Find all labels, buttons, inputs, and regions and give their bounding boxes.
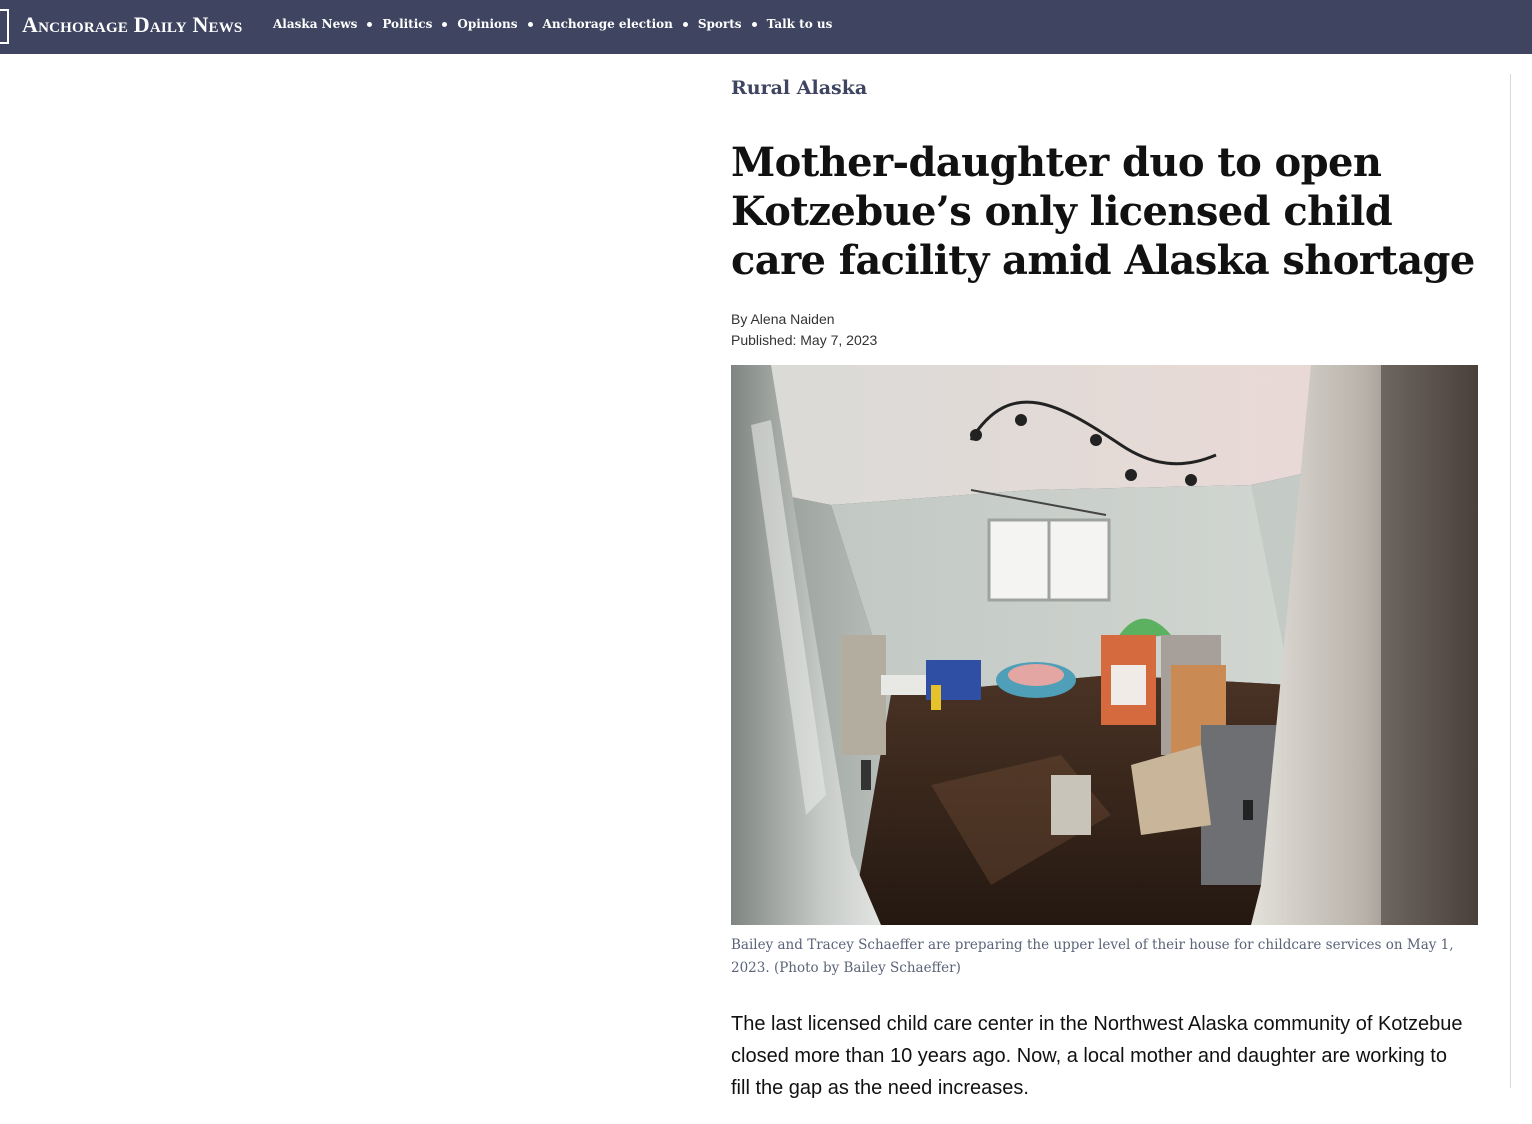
nav-item-politics[interactable]: Politics bbox=[382, 17, 432, 31]
article: Rural Alaska Mother-daughter duo to open… bbox=[731, 74, 1481, 1124]
nav-item-anchorage-election[interactable]: Anchorage election bbox=[543, 17, 673, 31]
nav-separator-dot bbox=[682, 21, 688, 27]
nav-item-talk-to-us[interactable]: Talk to us bbox=[767, 17, 833, 31]
nav-item-sports[interactable]: Sports bbox=[698, 17, 742, 31]
primary-nav: Alaska News Politics Opinions Anchorage … bbox=[273, 17, 832, 31]
site-logo[interactable]: Anchorage Daily News bbox=[22, 12, 242, 38]
nav-item-opinions[interactable]: Opinions bbox=[457, 17, 517, 31]
column-divider bbox=[1510, 74, 1511, 1088]
publish-date: Published: May 7, 2023 bbox=[731, 332, 878, 348]
site-header: Anchorage Daily News Alaska News Politic… bbox=[0, 0, 1532, 54]
nav-item-alaska-news[interactable]: Alaska News bbox=[273, 17, 357, 31]
lead-photo[interactable] bbox=[731, 365, 1478, 925]
lead-photo-image bbox=[731, 365, 1478, 925]
nav-separator-dot bbox=[367, 21, 373, 27]
nav-separator-dot bbox=[442, 21, 448, 27]
byline-author: By Alena Naiden bbox=[731, 311, 835, 327]
section-label[interactable]: Rural Alaska bbox=[731, 74, 1481, 102]
article-headline: Mother-daughter duo to open Kotzebue’s o… bbox=[731, 139, 1475, 284]
lead-paragraph: The last licensed child care center in t… bbox=[731, 1013, 1463, 1099]
nav-separator-dot bbox=[751, 21, 757, 27]
photo-caption: Bailey and Tracey Schaeffer are preparin… bbox=[731, 937, 1454, 976]
nav-separator-dot bbox=[527, 21, 533, 27]
menu-drawer-edge[interactable] bbox=[0, 9, 9, 44]
byline-block: By Alena Naiden Published: May 7, 2023 bbox=[731, 309, 1481, 351]
